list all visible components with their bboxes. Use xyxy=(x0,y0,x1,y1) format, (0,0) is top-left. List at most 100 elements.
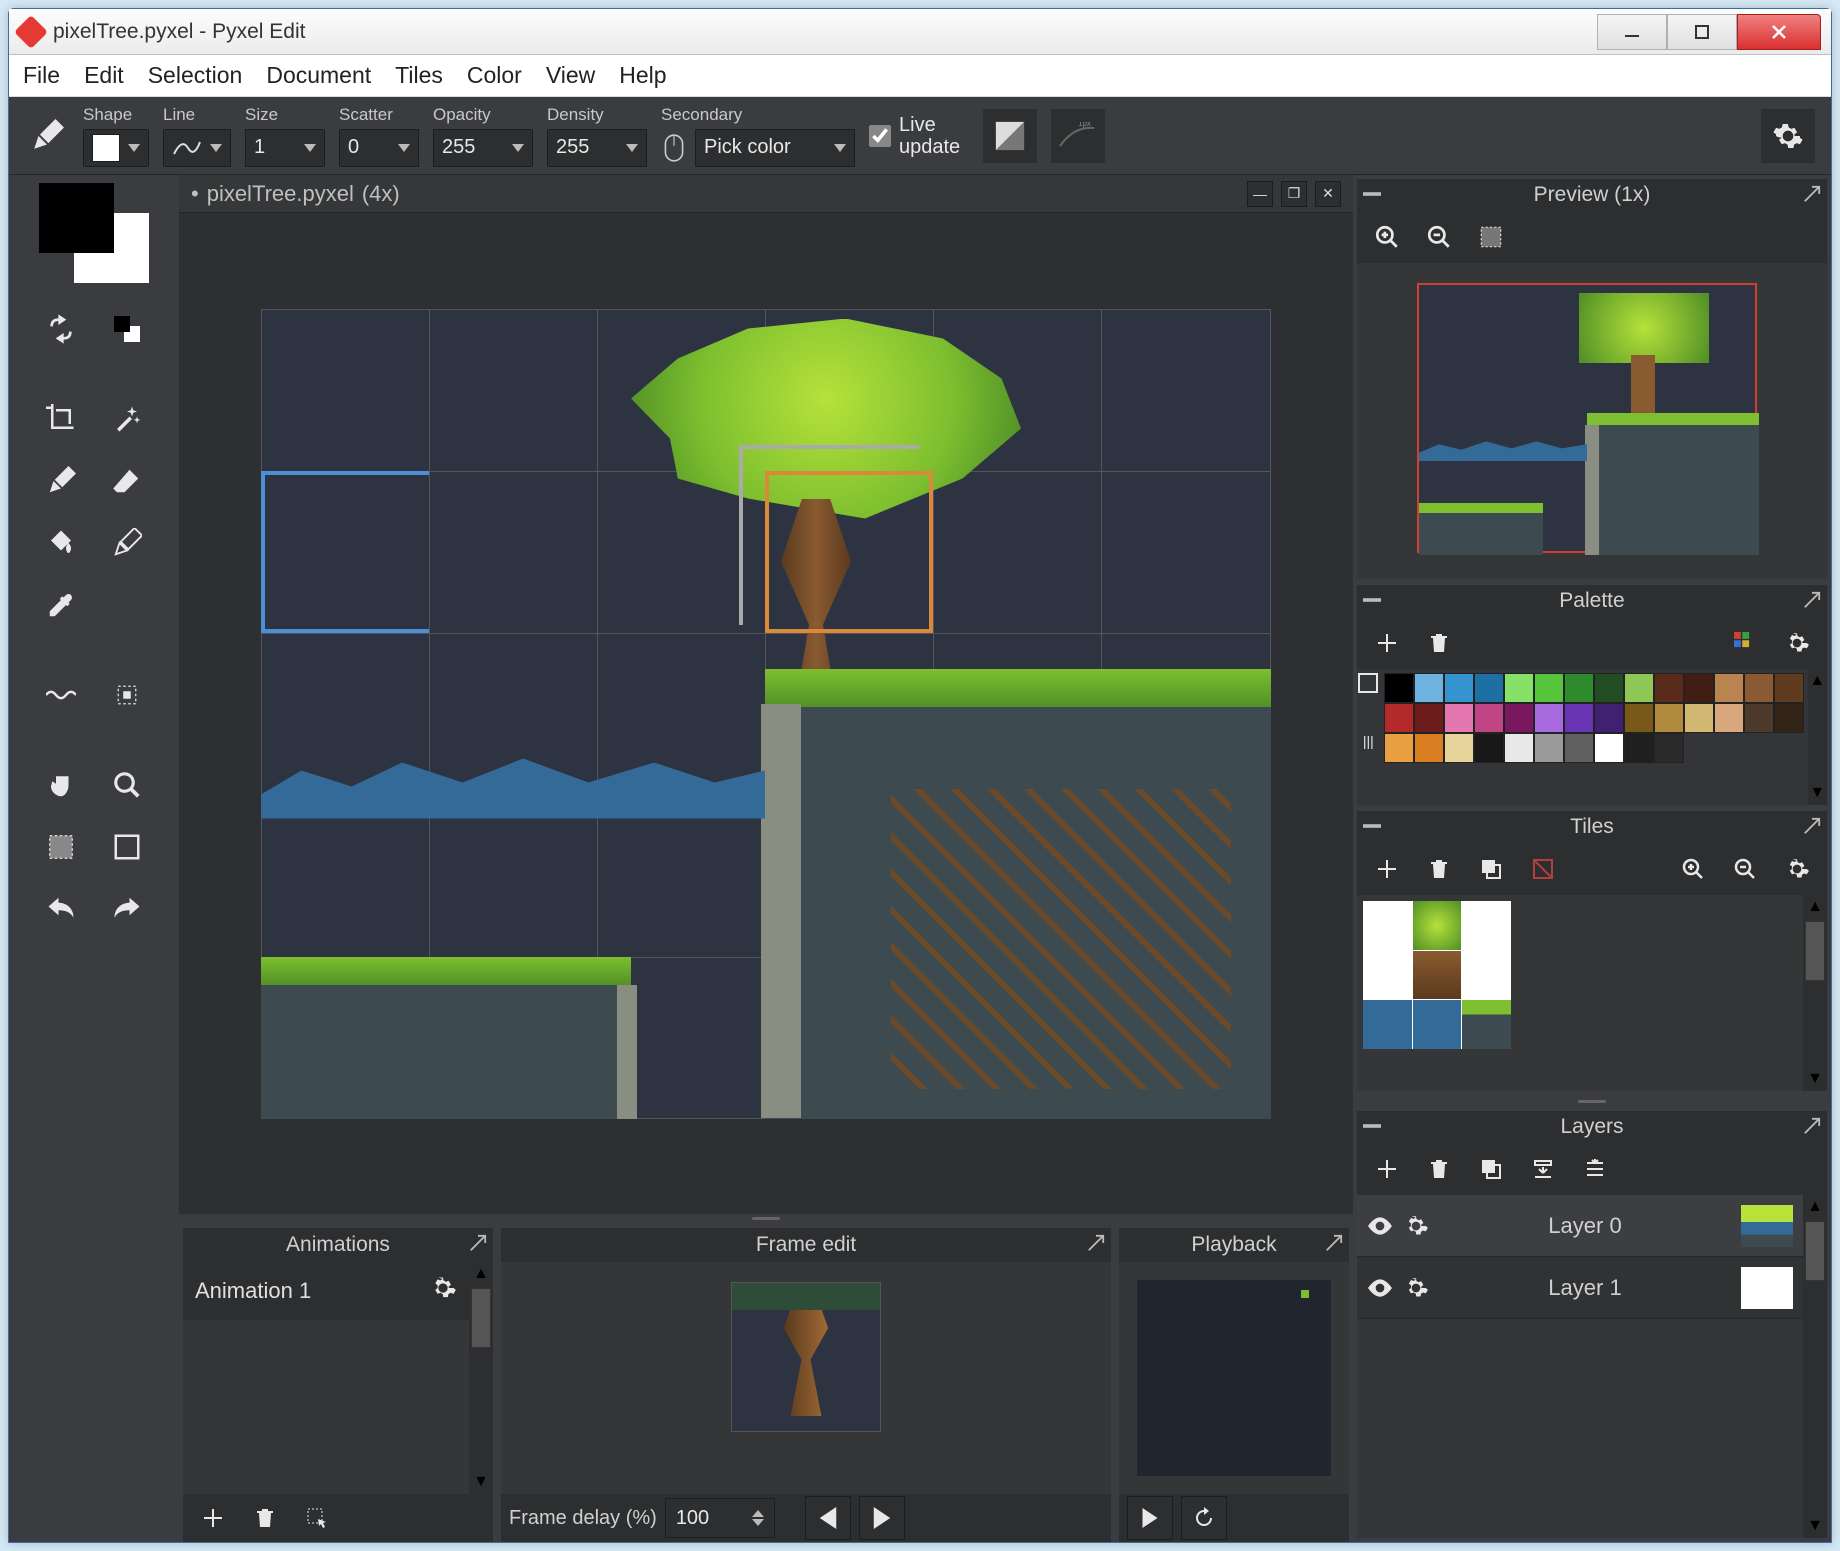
line-tool-icon[interactable] xyxy=(101,517,153,569)
palette-color[interactable] xyxy=(1564,733,1594,763)
bucket-tool-icon[interactable] xyxy=(35,517,87,569)
menu-file[interactable]: File xyxy=(23,62,60,89)
pixel-perfect-icon[interactable]: 1px xyxy=(1051,109,1105,163)
color-swatches[interactable] xyxy=(39,183,149,283)
palette-color[interactable] xyxy=(1474,703,1504,733)
palette-color[interactable] xyxy=(1504,733,1534,763)
menu-edit[interactable]: Edit xyxy=(84,62,124,89)
popout-icon[interactable] xyxy=(1803,185,1821,203)
palette-grid[interactable] xyxy=(1380,669,1808,805)
palette-color[interactable] xyxy=(1654,733,1684,763)
visibility-icon[interactable] xyxy=(1367,1216,1393,1236)
close-button[interactable] xyxy=(1737,14,1821,50)
canvas[interactable] xyxy=(261,309,1271,1119)
palette-color[interactable] xyxy=(1504,673,1534,703)
palette-color[interactable] xyxy=(1624,673,1654,703)
minimize-button[interactable] xyxy=(1597,14,1667,50)
zoom-in-icon[interactable] xyxy=(1365,215,1409,259)
palette-color[interactable] xyxy=(1744,703,1774,733)
menu-help[interactable]: Help xyxy=(619,62,666,89)
doc-close-icon[interactable]: ✕ xyxy=(1315,181,1341,207)
zoom-tool-icon[interactable] xyxy=(101,759,153,811)
toggle-bg-icon[interactable] xyxy=(1469,215,1513,259)
palette-color[interactable] xyxy=(1504,703,1534,733)
palette-color[interactable] xyxy=(1564,673,1594,703)
density-select[interactable]: 255 xyxy=(547,129,647,167)
menu-document[interactable]: Document xyxy=(266,62,371,89)
canvas-viewport[interactable] xyxy=(179,213,1353,1214)
merge-down-button[interactable] xyxy=(1521,1147,1565,1191)
palette-color[interactable] xyxy=(1474,673,1504,703)
prev-frame-button[interactable] xyxy=(805,1496,851,1540)
palette-color[interactable] xyxy=(1774,703,1804,733)
shape-select[interactable] xyxy=(83,129,149,167)
gradient-icon[interactable] xyxy=(983,109,1037,163)
add-color-button[interactable] xyxy=(1365,621,1409,665)
settings-icon[interactable] xyxy=(1761,109,1815,163)
palette-color[interactable] xyxy=(1534,733,1564,763)
palette-color[interactable] xyxy=(1774,673,1804,703)
add-animation-button[interactable] xyxy=(191,1496,235,1540)
popout-icon[interactable] xyxy=(469,1234,487,1252)
sort-palette-icon[interactable] xyxy=(1723,621,1767,665)
zoom-out-icon[interactable] xyxy=(1417,215,1461,259)
eraser-tool-icon[interactable] xyxy=(101,455,153,507)
swap-colors-icon[interactable] xyxy=(35,303,87,355)
preview-body[interactable] xyxy=(1357,263,1827,579)
scrollbar[interactable]: ▲▼ xyxy=(469,1262,493,1494)
visibility-icon[interactable] xyxy=(1367,1278,1393,1298)
maximize-button[interactable] xyxy=(1667,14,1737,50)
palette-color[interactable] xyxy=(1624,703,1654,733)
palette-color[interactable] xyxy=(1564,703,1594,733)
gear-icon[interactable] xyxy=(429,1274,457,1308)
collapse-icon[interactable] xyxy=(1363,817,1381,835)
palette-color[interactable] xyxy=(1384,673,1414,703)
palette-color[interactable] xyxy=(1744,673,1774,703)
collapse-icon[interactable] xyxy=(1363,1117,1381,1135)
secondary-select[interactable]: Pick color xyxy=(695,129,855,167)
collapse-icon[interactable] xyxy=(1363,185,1381,203)
tiles-zoom-out-icon[interactable] xyxy=(1723,847,1767,891)
delete-animation-button[interactable] xyxy=(243,1496,287,1540)
popout-icon[interactable] xyxy=(1325,1234,1343,1252)
framedelay-spinner[interactable]: 100 xyxy=(665,1498,775,1538)
size-select[interactable]: 1 xyxy=(245,129,325,167)
popout-icon[interactable] xyxy=(1803,1117,1821,1135)
palette-color[interactable] xyxy=(1534,703,1564,733)
pen-tool-icon[interactable] xyxy=(35,455,87,507)
palette-settings-icon[interactable] xyxy=(1775,621,1819,665)
palette-color[interactable] xyxy=(1444,733,1474,763)
doc-restore-icon[interactable]: ❐ xyxy=(1281,181,1307,207)
liveupdate-check[interactable]: Live update xyxy=(869,114,969,158)
play-button[interactable] xyxy=(1127,1496,1173,1540)
line-select[interactable] xyxy=(163,129,231,167)
palette-color[interactable] xyxy=(1384,703,1414,733)
eyedropper-tool-icon[interactable] xyxy=(35,579,87,631)
palette-color[interactable] xyxy=(1444,673,1474,703)
loop-button[interactable] xyxy=(1181,1496,1227,1540)
tiles-body[interactable] xyxy=(1357,895,1803,1091)
palette-color[interactable] xyxy=(1414,673,1444,703)
menu-color[interactable]: Color xyxy=(467,62,522,89)
menu-tiles[interactable]: Tiles xyxy=(395,62,443,89)
popout-icon[interactable] xyxy=(1803,591,1821,609)
palette-color[interactable] xyxy=(1414,703,1444,733)
flatten-button[interactable] xyxy=(1573,1147,1617,1191)
palette-color[interactable] xyxy=(1534,673,1564,703)
duplicate-layer-button[interactable] xyxy=(1469,1147,1513,1191)
undo-icon[interactable] xyxy=(35,883,87,935)
menu-selection[interactable]: Selection xyxy=(148,62,243,89)
add-layer-button[interactable] xyxy=(1365,1147,1409,1191)
palette-color[interactable] xyxy=(1444,703,1474,733)
palette-color[interactable] xyxy=(1414,733,1444,763)
palette-color[interactable] xyxy=(1594,703,1624,733)
delete-tile-button[interactable] xyxy=(1417,847,1461,891)
palette-color[interactable] xyxy=(1684,703,1714,733)
tiles-settings-icon[interactable] xyxy=(1775,847,1819,891)
palette-color[interactable] xyxy=(1654,673,1684,703)
duplicate-tile-button[interactable] xyxy=(1469,847,1513,891)
select-animation-tool[interactable] xyxy=(295,1496,339,1540)
default-colors-icon[interactable] xyxy=(101,303,153,355)
layer-row[interactable]: Layer 1 xyxy=(1357,1257,1803,1319)
clear-tile-button[interactable] xyxy=(1521,847,1565,891)
